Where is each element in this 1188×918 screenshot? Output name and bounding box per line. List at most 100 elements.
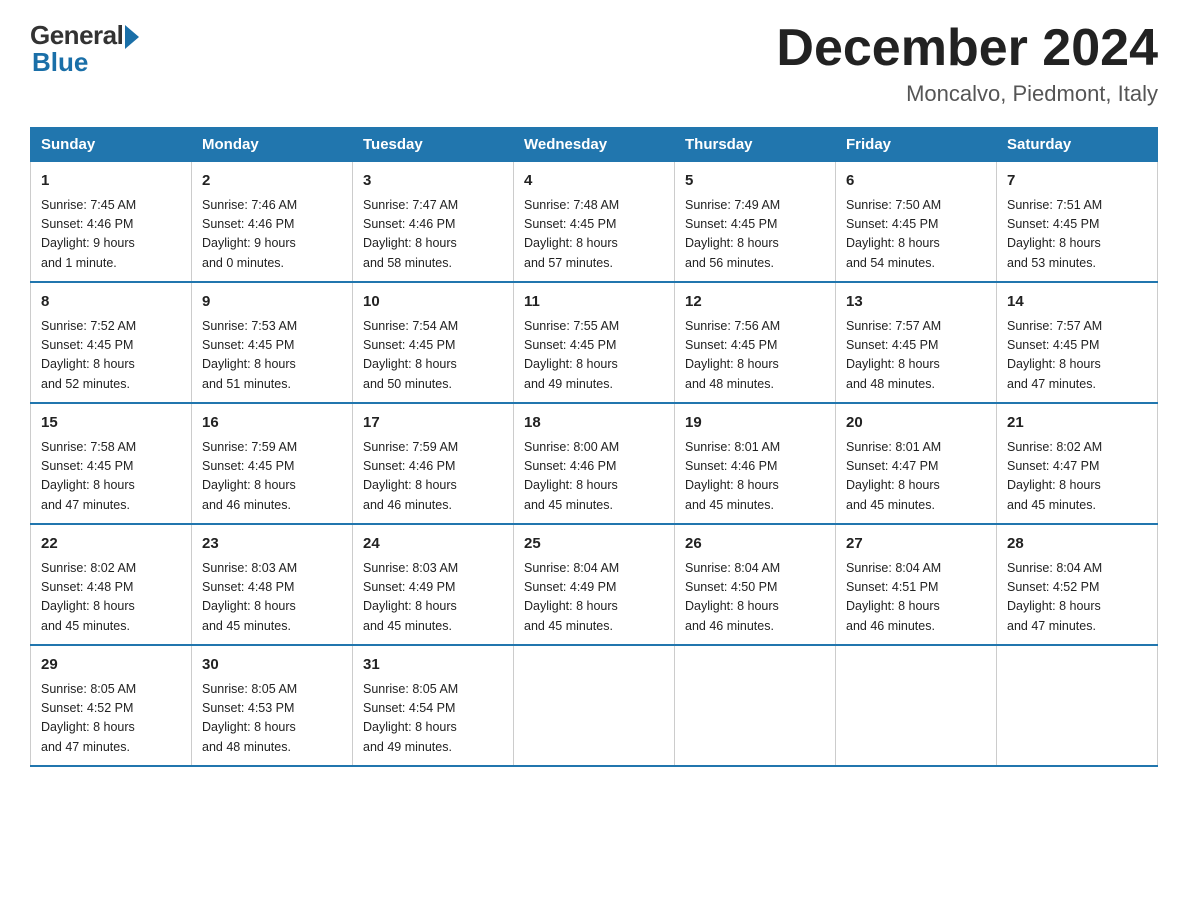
day-number: 25 [524, 533, 664, 556]
day-info: Sunrise: 7:51 AM Sunset: 4:45 PM Dayligh… [1007, 196, 1147, 274]
day-info: Sunrise: 8:02 AM Sunset: 4:48 PM Dayligh… [41, 559, 181, 637]
day-info: Sunrise: 8:04 AM Sunset: 4:49 PM Dayligh… [524, 559, 664, 637]
day-number: 30 [202, 654, 342, 677]
day-info: Sunrise: 8:04 AM Sunset: 4:52 PM Dayligh… [1007, 559, 1147, 637]
calendar-header-monday: Monday [192, 128, 353, 162]
day-info: Sunrise: 8:03 AM Sunset: 4:49 PM Dayligh… [363, 559, 503, 637]
calendar-header-thursday: Thursday [675, 128, 836, 162]
day-info: Sunrise: 8:05 AM Sunset: 4:52 PM Dayligh… [41, 680, 181, 758]
calendar-cell: 8 Sunrise: 7:52 AM Sunset: 4:45 PM Daylig… [31, 282, 192, 403]
day-info: Sunrise: 7:57 AM Sunset: 4:45 PM Dayligh… [846, 317, 986, 395]
month-title: December 2024 [776, 20, 1158, 77]
calendar-header-tuesday: Tuesday [353, 128, 514, 162]
day-number: 14 [1007, 291, 1147, 314]
calendar-cell: 23 Sunrise: 8:03 AM Sunset: 4:48 PM Dayli… [192, 524, 353, 645]
day-number: 11 [524, 291, 664, 314]
day-info: Sunrise: 8:00 AM Sunset: 4:46 PM Dayligh… [524, 438, 664, 516]
calendar-cell: 10 Sunrise: 7:54 AM Sunset: 4:45 PM Dayli… [353, 282, 514, 403]
calendar-week-row: 1Sunrise: 7:45 AM Sunset: 4:46 PM Daylig… [31, 162, 1158, 283]
day-number: 9 [202, 291, 342, 314]
day-number: 7 [1007, 170, 1147, 193]
day-info: Sunrise: 7:53 AM Sunset: 4:45 PM Dayligh… [202, 317, 342, 395]
day-number: 2 [202, 170, 342, 193]
calendar-header-friday: Friday [836, 128, 997, 162]
day-number: 21 [1007, 412, 1147, 435]
calendar-cell: 22 Sunrise: 8:02 AM Sunset: 4:48 PM Dayli… [31, 524, 192, 645]
day-number: 27 [846, 533, 986, 556]
day-number: 10 [363, 291, 503, 314]
day-number: 12 [685, 291, 825, 314]
calendar-cell: 26 Sunrise: 8:04 AM Sunset: 4:50 PM Dayli… [675, 524, 836, 645]
day-info: Sunrise: 7:56 AM Sunset: 4:45 PM Dayligh… [685, 317, 825, 395]
calendar-cell: 24 Sunrise: 8:03 AM Sunset: 4:49 PM Dayli… [353, 524, 514, 645]
calendar-cell: 1Sunrise: 7:45 AM Sunset: 4:46 PM Daylig… [31, 162, 192, 283]
day-number: 31 [363, 654, 503, 677]
day-number: 24 [363, 533, 503, 556]
day-info: Sunrise: 8:03 AM Sunset: 4:48 PM Dayligh… [202, 559, 342, 637]
day-info: Sunrise: 7:59 AM Sunset: 4:46 PM Dayligh… [363, 438, 503, 516]
calendar-cell: 31 Sunrise: 8:05 AM Sunset: 4:54 PM Dayli… [353, 645, 514, 766]
day-number: 28 [1007, 533, 1147, 556]
day-number: 6 [846, 170, 986, 193]
day-number: 16 [202, 412, 342, 435]
calendar-cell [675, 645, 836, 766]
day-info: Sunrise: 7:59 AM Sunset: 4:45 PM Dayligh… [202, 438, 342, 516]
day-number: 19 [685, 412, 825, 435]
calendar-week-row: 22 Sunrise: 8:02 AM Sunset: 4:48 PM Dayli… [31, 524, 1158, 645]
calendar-cell: 18Sunrise: 8:00 AM Sunset: 4:46 PM Dayli… [514, 403, 675, 524]
day-info: Sunrise: 8:04 AM Sunset: 4:50 PM Dayligh… [685, 559, 825, 637]
calendar-cell: 3 Sunrise: 7:47 AM Sunset: 4:46 PM Daylig… [353, 162, 514, 283]
page-header: General Blue December 2024 Moncalvo, Pie… [30, 20, 1158, 107]
calendar-cell [514, 645, 675, 766]
calendar-cell: 27 Sunrise: 8:04 AM Sunset: 4:51 PM Dayli… [836, 524, 997, 645]
calendar-cell: 6Sunrise: 7:50 AM Sunset: 4:45 PM Daylig… [836, 162, 997, 283]
logo-arrow-icon [125, 25, 139, 49]
day-info: Sunrise: 8:02 AM Sunset: 4:47 PM Dayligh… [1007, 438, 1147, 516]
calendar-cell: 21 Sunrise: 8:02 AM Sunset: 4:47 PM Dayli… [997, 403, 1158, 524]
day-number: 15 [41, 412, 181, 435]
day-number: 8 [41, 291, 181, 314]
day-info: Sunrise: 7:45 AM Sunset: 4:46 PM Dayligh… [41, 196, 181, 274]
calendar-table: SundayMondayTuesdayWednesdayThursdayFrid… [30, 127, 1158, 767]
title-block: December 2024 Moncalvo, Piedmont, Italy [776, 20, 1158, 107]
day-info: Sunrise: 7:49 AM Sunset: 4:45 PM Dayligh… [685, 196, 825, 274]
calendar-cell: 28 Sunrise: 8:04 AM Sunset: 4:52 PM Dayli… [997, 524, 1158, 645]
day-info: Sunrise: 8:04 AM Sunset: 4:51 PM Dayligh… [846, 559, 986, 637]
day-info: Sunrise: 7:46 AM Sunset: 4:46 PM Dayligh… [202, 196, 342, 274]
day-info: Sunrise: 8:01 AM Sunset: 4:46 PM Dayligh… [685, 438, 825, 516]
calendar-week-row: 15Sunrise: 7:58 AM Sunset: 4:45 PM Dayli… [31, 403, 1158, 524]
calendar-cell: 2 Sunrise: 7:46 AM Sunset: 4:46 PM Daylig… [192, 162, 353, 283]
day-info: Sunrise: 8:01 AM Sunset: 4:47 PM Dayligh… [846, 438, 986, 516]
calendar-cell: 30Sunrise: 8:05 AM Sunset: 4:53 PM Dayli… [192, 645, 353, 766]
calendar-cell: 9 Sunrise: 7:53 AM Sunset: 4:45 PM Daylig… [192, 282, 353, 403]
day-number: 22 [41, 533, 181, 556]
calendar-cell [997, 645, 1158, 766]
day-number: 4 [524, 170, 664, 193]
day-number: 20 [846, 412, 986, 435]
calendar-cell: 14 Sunrise: 7:57 AM Sunset: 4:45 PM Dayli… [997, 282, 1158, 403]
logo-blue-text: Blue [32, 47, 88, 78]
day-number: 5 [685, 170, 825, 193]
day-info: Sunrise: 7:47 AM Sunset: 4:46 PM Dayligh… [363, 196, 503, 274]
day-info: Sunrise: 7:52 AM Sunset: 4:45 PM Dayligh… [41, 317, 181, 395]
calendar-cell [836, 645, 997, 766]
day-number: 17 [363, 412, 503, 435]
location-title: Moncalvo, Piedmont, Italy [776, 81, 1158, 107]
calendar-cell: 12 Sunrise: 7:56 AM Sunset: 4:45 PM Dayli… [675, 282, 836, 403]
calendar-cell: 29 Sunrise: 8:05 AM Sunset: 4:52 PM Dayli… [31, 645, 192, 766]
day-number: 13 [846, 291, 986, 314]
day-number: 29 [41, 654, 181, 677]
calendar-week-row: 8 Sunrise: 7:52 AM Sunset: 4:45 PM Daylig… [31, 282, 1158, 403]
day-info: Sunrise: 7:48 AM Sunset: 4:45 PM Dayligh… [524, 196, 664, 274]
day-number: 26 [685, 533, 825, 556]
calendar-cell: 5 Sunrise: 7:49 AM Sunset: 4:45 PM Daylig… [675, 162, 836, 283]
day-number: 3 [363, 170, 503, 193]
calendar-cell: 7 Sunrise: 7:51 AM Sunset: 4:45 PM Daylig… [997, 162, 1158, 283]
day-info: Sunrise: 7:54 AM Sunset: 4:45 PM Dayligh… [363, 317, 503, 395]
day-info: Sunrise: 8:05 AM Sunset: 4:54 PM Dayligh… [363, 680, 503, 758]
calendar-cell: 11Sunrise: 7:55 AM Sunset: 4:45 PM Dayli… [514, 282, 675, 403]
day-number: 23 [202, 533, 342, 556]
day-info: Sunrise: 7:57 AM Sunset: 4:45 PM Dayligh… [1007, 317, 1147, 395]
logo: General Blue [30, 20, 139, 78]
calendar-week-row: 29 Sunrise: 8:05 AM Sunset: 4:52 PM Dayli… [31, 645, 1158, 766]
